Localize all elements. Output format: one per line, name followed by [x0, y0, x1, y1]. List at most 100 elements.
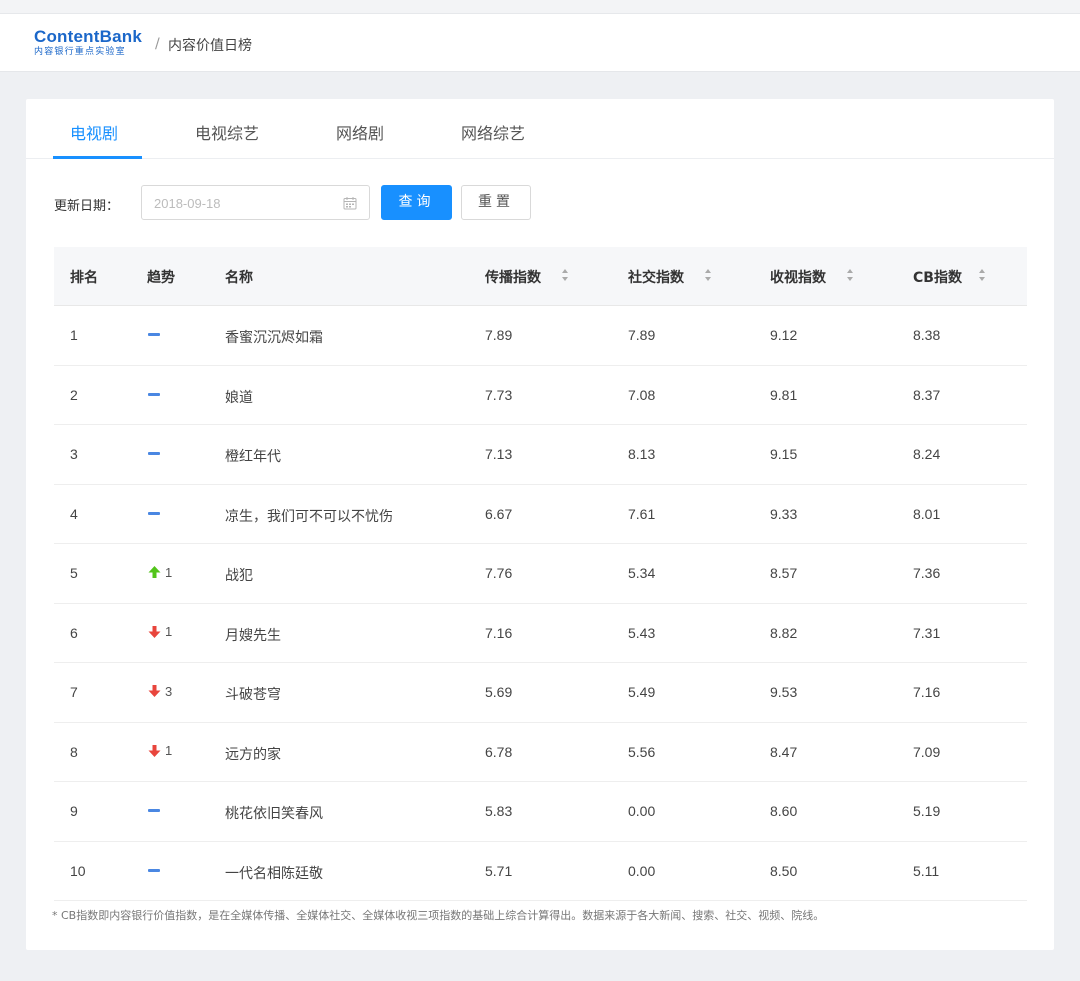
trend-flat-icon — [148, 511, 160, 515]
trend-change-value: 1 — [165, 624, 173, 639]
trend-indicator — [148, 862, 160, 878]
spread-index-cell: 5.69 — [485, 684, 513, 700]
active-tab-indicator — [53, 156, 142, 159]
cb-index-cell: 8.38 — [913, 327, 941, 343]
table-row[interactable]: 4 凉生，我们可不可以不忧伤 6.67 7.61 9.33 8.01 — [54, 485, 1027, 544]
trend-flat-icon — [148, 868, 160, 872]
trend-indicator: 3 — [148, 683, 172, 699]
cb-index-cell: 5.11 — [913, 862, 940, 879]
col-rating-index[interactable]: 收视指数 — [770, 267, 826, 287]
tab-web-drama[interactable]: 网络剧 — [336, 120, 384, 144]
cb-index-cell: 7.31 — [913, 624, 941, 641]
contentbank-logo[interactable]: ContentBank 内容银行重点实验室 — [34, 28, 142, 58]
trend-indicator — [148, 386, 160, 402]
rating-index-cell: 8.60 — [770, 803, 798, 819]
query-button[interactable]: 查询 — [381, 185, 452, 220]
col-social-index[interactable]: 社交指数 — [628, 267, 684, 287]
trend-indicator — [148, 326, 160, 342]
table-row[interactable]: 8 远方的家 6.78 5.56 8.47 7.09 1 — [54, 723, 1027, 782]
cb-index-cell: 8.01 — [913, 505, 941, 522]
table-row[interactable]: 1 香蜜沉沉烬如霜 7.89 7.89 9.12 8.38 — [54, 306, 1027, 366]
title-cell: 月嫂先生 — [225, 627, 281, 644]
rating-index-cell: 8.50 — [770, 862, 798, 879]
trend-change-value: 3 — [165, 683, 173, 699]
title-cell: 娘道 — [225, 389, 253, 406]
tab-web-variety[interactable]: 网络综艺 — [461, 120, 525, 144]
table-row[interactable]: 3 橙红年代 7.13 8.13 9.15 8.24 — [54, 425, 1027, 485]
table-row[interactable]: 10 一代名相陈廷敬 5.71 0.00 8.50 5.11 — [54, 842, 1027, 901]
table-row[interactable]: 5 战犯 7.76 5.34 8.57 7.36 1 — [54, 544, 1027, 604]
spread-index-cell: 5.83 — [485, 803, 513, 819]
rating-index-cell: 9.33 — [770, 505, 798, 522]
col-trend: 趋势 — [147, 270, 175, 286]
cb-index-cell: 8.24 — [913, 446, 941, 462]
spread-index-cell: 7.13 — [485, 446, 513, 462]
rank-cell: 2 — [70, 386, 78, 403]
ranking-table: 排名 趋势 名称 传播指数 社交指数 收视指数 CB指数 1 香蜜沉沉烬如霜 7.8… — [54, 247, 1027, 901]
rank-cell: 4 — [70, 505, 78, 522]
sort-icon[interactable] — [704, 268, 712, 282]
col-cb-index[interactable]: CB指数 — [913, 267, 962, 287]
sort-icon[interactable] — [846, 268, 854, 282]
trend-indicator — [148, 802, 160, 818]
top-strip — [0, 0, 1080, 14]
spread-index-cell: 7.89 — [485, 327, 513, 343]
sort-icon[interactable] — [978, 268, 986, 282]
spread-index-cell: 5.71 — [485, 862, 513, 879]
rating-index-cell: 9.53 — [770, 684, 798, 700]
title-cell: 香蜜沉沉烬如霜 — [225, 330, 323, 346]
table-row[interactable]: 6 月嫂先生 7.16 5.43 8.82 7.31 1 — [54, 604, 1027, 663]
sort-icon[interactable] — [561, 268, 569, 282]
social-index-cell: 5.43 — [628, 624, 656, 641]
date-picker[interactable] — [141, 185, 370, 220]
spread-index-cell: 7.76 — [485, 565, 513, 581]
social-index-cell: 7.61 — [628, 505, 656, 522]
logo-subtitle: 内容银行重点实验室 — [34, 47, 126, 57]
col-spread-index[interactable]: 传播指数 — [485, 267, 541, 287]
trend-indicator: 1 — [148, 743, 172, 759]
table-row[interactable]: 7 斗破苍穹 5.69 5.49 9.53 7.16 3 — [54, 663, 1027, 723]
date-input[interactable] — [154, 194, 334, 212]
rank-cell: 1 — [70, 327, 78, 343]
title-cell: 斗破苍穹 — [225, 687, 281, 703]
cb-index-cell: 7.36 — [913, 565, 941, 581]
rating-index-cell: 8.47 — [770, 743, 798, 760]
rating-index-cell: 9.15 — [770, 446, 798, 462]
update-date-label: 更新日期： — [54, 199, 120, 214]
title-cell: 桃花依旧笑春风 — [225, 806, 323, 822]
cb-index-cell: 8.37 — [913, 386, 941, 403]
col-rank: 排名 — [70, 270, 98, 286]
arrow-up-icon — [148, 566, 161, 578]
title-cell: 橙红年代 — [225, 449, 281, 465]
table-row[interactable]: 2 娘道 7.73 7.08 9.81 8.37 — [54, 366, 1027, 425]
trend-flat-icon — [148, 452, 160, 455]
spread-index-cell: 7.73 — [485, 386, 513, 403]
cb-index-cell: 5.19 — [913, 803, 941, 819]
tab-tv-variety[interactable]: 电视综艺 — [195, 120, 259, 144]
arrow-down-icon — [148, 625, 161, 638]
table-body: 1 香蜜沉沉烬如霜 7.89 7.89 9.12 8.38 2 娘道 7.73 7.08 9.81 8… — [54, 306, 1027, 901]
rank-cell: 3 — [70, 446, 78, 462]
table-header: 排名 趋势 名称 传播指数 社交指数 收视指数 CB指数 — [54, 247, 1027, 306]
rating-index-cell: 9.81 — [770, 386, 798, 403]
trend-flat-icon — [148, 392, 160, 396]
title-cell: 凉生，我们可不可以不忧伤 — [225, 508, 393, 525]
rank-cell: 6 — [70, 624, 78, 641]
cb-index-cell: 7.09 — [913, 743, 941, 760]
ranking-card: 电视剧 电视综艺 网络剧 网络综艺 更新日期： 查询 重置 排名 趋势 名称 传… — [26, 99, 1054, 950]
logo-wordmark: ContentBank — [34, 27, 142, 46]
tab-tv-drama[interactable]: 电视剧 — [70, 120, 118, 144]
trend-change-value: 1 — [165, 743, 173, 758]
reset-button[interactable]: 重置 — [461, 185, 531, 220]
breadcrumb-separator: / — [155, 36, 160, 52]
app-header: ContentBank 内容银行重点实验室 / 内容价值日榜 — [0, 14, 1080, 72]
title-cell: 一代名相陈廷敬 — [225, 865, 323, 882]
arrow-down-icon — [148, 744, 161, 757]
rating-index-cell: 8.82 — [770, 624, 798, 641]
trend-flat-icon — [148, 809, 160, 812]
social-index-cell: 5.34 — [628, 565, 656, 581]
rank-cell: 5 — [70, 565, 78, 581]
rank-cell: 8 — [70, 743, 78, 760]
table-row[interactable]: 9 桃花依旧笑春风 5.83 0.00 8.60 5.19 — [54, 782, 1027, 842]
social-index-cell: 5.56 — [628, 743, 656, 760]
